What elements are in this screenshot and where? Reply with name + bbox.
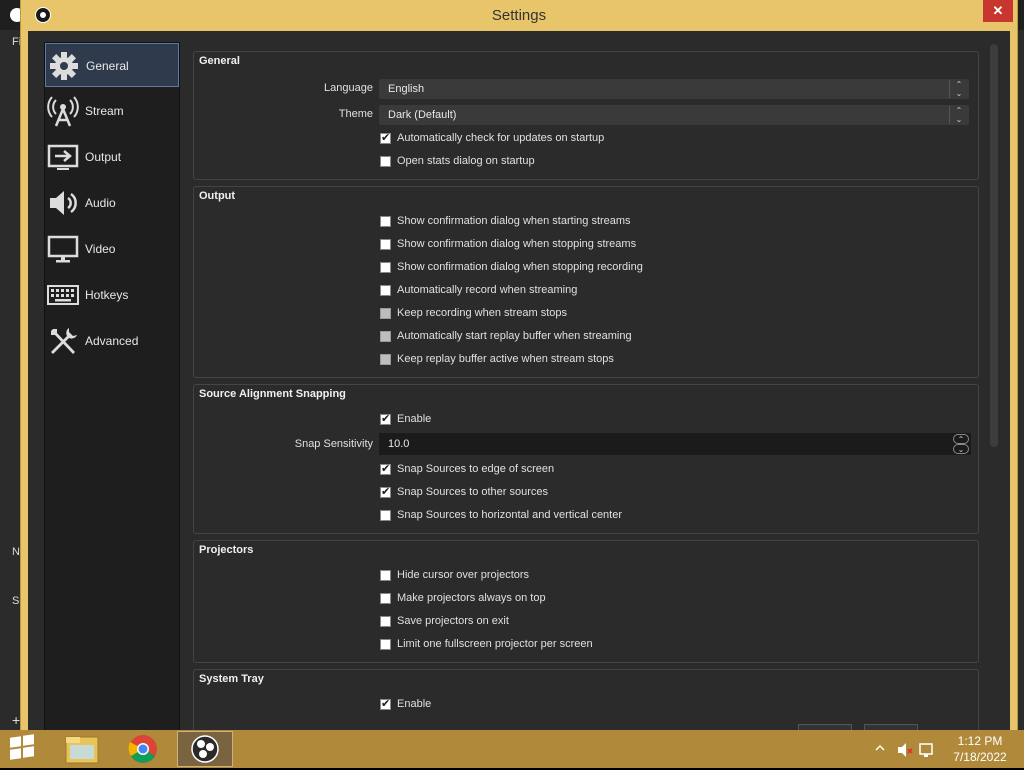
sidebar-item-label: General: [86, 59, 129, 73]
snap-sensitivity-label: Snap Sensitivity: [294, 438, 373, 450]
group-title: Source Alignment Snapping: [199, 388, 346, 400]
checkbox-label: Hide cursor over projectors: [397, 569, 530, 581]
checkbox[interactable]: [380, 156, 391, 167]
obs-icon[interactable]: [177, 731, 233, 767]
checkbox-label: Automatically record when streaming: [397, 284, 578, 296]
checkbox-label: Show confirmation dialog when stopping s…: [397, 238, 637, 250]
sidebar-item-label: Stream: [85, 104, 124, 118]
dialog-client: General Stream Output Audio Video Hotkey…: [28, 31, 1010, 732]
checkbox[interactable]: [380, 570, 391, 581]
checkbox-label: Make projectors always on top: [397, 592, 546, 604]
checkbox[interactable]: [380, 639, 391, 650]
speaker-icon: [50, 191, 77, 215]
settings-dialog: Settings ✕ General Stream Output Audio V…: [20, 0, 1018, 732]
checkbox[interactable]: [380, 616, 391, 627]
language-value: English: [388, 83, 425, 95]
taskbar-clock[interactable]: 1:12 PM 7/18/2022: [945, 733, 1015, 765]
checkbox-label: Snap Sources to other sources: [397, 486, 549, 498]
dialog-title: Settings: [491, 7, 547, 24]
title-bar[interactable]: Settings ✕: [21, 0, 1017, 31]
windows-start-icon[interactable]: [10, 734, 36, 761]
output-icon: [47, 144, 79, 170]
tools-icon: [51, 328, 77, 354]
group-system-tray: System Tray Enable: [193, 669, 979, 730]
checkbox[interactable]: [380, 462, 391, 475]
checkbox-label: Enable: [397, 413, 432, 425]
sidebar-item-advanced[interactable]: Advanced: [45, 319, 179, 363]
sidebar-item-hotkeys[interactable]: Hotkeys: [45, 273, 179, 317]
checkbox-label: Automatically start replay buffer when s…: [397, 330, 632, 342]
checkbox[interactable]: [380, 593, 391, 604]
checkbox-label: Enable: [397, 698, 432, 710]
checkbox[interactable]: [380, 262, 391, 273]
checkbox-label: Show confirmation dialog when stopping r…: [397, 261, 643, 273]
checkbox-label: Snap Sources to horizontal and vertical …: [397, 509, 623, 521]
monitor-icon: [47, 235, 79, 263]
checkbox-label: Save projectors on exit: [397, 615, 509, 627]
checkbox-label: Show confirmation dialog when starting s…: [397, 215, 631, 227]
spin-arrows[interactable]: ⌃ ⌄: [953, 434, 969, 454]
sidebar-item-general[interactable]: General: [45, 43, 179, 87]
group-projectors: Projectors Hide cursor over projectors M…: [193, 540, 979, 663]
checkbox-label: Snap Sources to edge of screen: [397, 463, 555, 475]
close-button[interactable]: ✕: [983, 0, 1013, 22]
checkbox-label: Keep recording when stream stops: [397, 307, 567, 319]
group-title: Projectors: [199, 544, 254, 556]
snap-sensitivity-spinbox[interactable]: 10.0 ⌃ ⌄: [379, 433, 971, 455]
language-label: Language: [324, 82, 373, 94]
checkbox: [380, 354, 391, 365]
group-title: General: [199, 55, 240, 67]
broadcast-icon: [47, 96, 79, 127]
spin-up-icon[interactable]: ⌃: [953, 434, 969, 444]
checkbox-label: Open stats dialog on startup: [397, 155, 535, 167]
checkbox-label: Keep replay buffer active when stream st…: [397, 353, 614, 365]
checkbox[interactable]: [380, 697, 391, 710]
combo-arrows-icon: ⌃ ⌄: [949, 80, 968, 98]
checkbox-label: Limit one fullscreen projector per scree…: [397, 638, 593, 650]
sidebar-item-label: Hotkeys: [85, 288, 129, 302]
checkbox[interactable]: [380, 131, 391, 144]
sidebar-item-label: Advanced: [85, 334, 139, 348]
clock-time: 1:12 PM: [957, 734, 1003, 748]
clock-date: 7/18/2022: [953, 750, 1007, 764]
checkbox[interactable]: [380, 412, 391, 425]
settings-sidebar: General Stream Output Audio Video Hotkey…: [44, 42, 180, 732]
group-snapping: Source Alignment Snapping Enable Snap Se…: [193, 384, 979, 534]
group-output: Output Show confirmation dialog when sta…: [193, 186, 979, 378]
gear-icon: [50, 52, 78, 80]
checkbox-label: Automatically check for updates on start…: [397, 132, 605, 144]
checkbox[interactable]: [380, 485, 391, 498]
main-window-left-edge: [0, 30, 20, 730]
theme-label: Theme: [338, 108, 373, 120]
keyboard-icon: [47, 285, 79, 305]
checkbox: [380, 308, 391, 319]
spin-down-icon[interactable]: ⌄: [953, 444, 969, 454]
sidebar-item-label: Audio: [85, 196, 116, 210]
checkbox[interactable]: [380, 216, 391, 227]
file-explorer-icon[interactable]: [54, 731, 110, 767]
sidebar-item-video[interactable]: Video: [45, 227, 179, 271]
combo-arrows-icon: ⌃ ⌄: [949, 106, 968, 124]
system-tray-icons[interactable]: [870, 738, 940, 762]
group-general: General Language English ⌃ ⌄ Theme Dark (…: [193, 51, 979, 180]
snap-sensitivity-value: 10.0: [388, 438, 410, 450]
group-title: Output: [199, 190, 236, 202]
sidebar-item-stream[interactable]: Stream: [45, 89, 179, 133]
chrome-icon[interactable]: [115, 731, 171, 767]
group-title: System Tray: [199, 673, 264, 685]
sidebar-item-output[interactable]: Output: [45, 135, 179, 179]
language-select[interactable]: English ⌃ ⌄: [379, 79, 969, 99]
theme-value: Dark (Default): [388, 109, 457, 121]
add-scene-partial[interactable]: +: [12, 712, 20, 728]
theme-select[interactable]: Dark (Default) ⌃ ⌄: [379, 105, 969, 125]
checkbox[interactable]: [380, 285, 391, 296]
checkbox: [380, 331, 391, 342]
checkbox[interactable]: [380, 510, 391, 521]
sidebar-item-label: Output: [85, 150, 122, 164]
content-scrollbar[interactable]: [990, 44, 998, 447]
checkbox[interactable]: [380, 239, 391, 250]
settings-content: General Language English ⌃ ⌄ Theme Dark (…: [193, 51, 979, 730]
sidebar-item-label: Video: [85, 242, 116, 256]
sidebar-item-audio[interactable]: Audio: [45, 181, 179, 225]
